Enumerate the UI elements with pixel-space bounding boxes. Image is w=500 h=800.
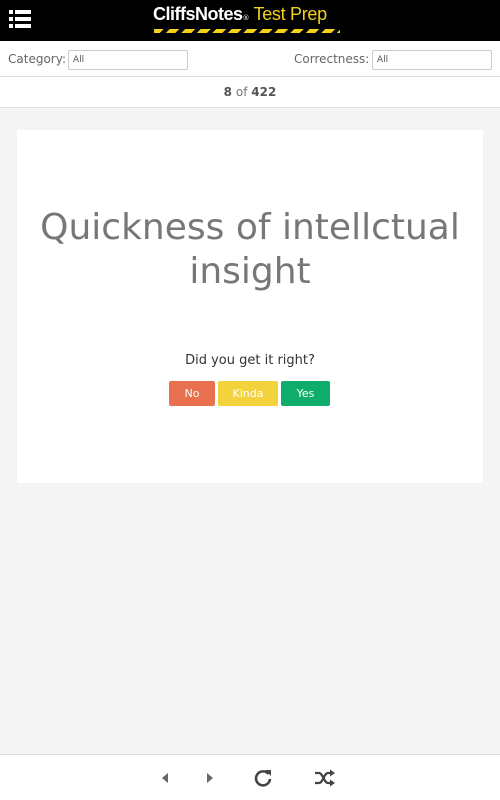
menu-button[interactable] [9, 10, 31, 28]
restart-button[interactable] [252, 767, 274, 789]
bottom-toolbar [0, 754, 500, 800]
logo-hazard-stripe [154, 29, 340, 33]
app-header: CliffsNotes ® Test Prep [0, 0, 500, 41]
next-button[interactable] [199, 767, 221, 789]
flashcard[interactable]: Quickness of intellctual insight Did you… [17, 130, 483, 483]
self-assessment-question: Did you get it right? [185, 353, 315, 368]
shuffle-icon [315, 769, 335, 787]
filter-bar: Category: All Correctness: All [0, 41, 500, 77]
list-menu-icon [9, 10, 31, 28]
refresh-icon [254, 770, 272, 787]
current-card-number: 8 [223, 85, 233, 99]
logo-product: Test Prep [253, 4, 328, 24]
category-select[interactable]: All [68, 50, 188, 70]
correctness-select[interactable]: All [372, 50, 492, 70]
counter-separator: of [235, 85, 248, 99]
logo-brand: CliffsNotes [153, 4, 243, 24]
total-card-count: 422 [251, 85, 277, 99]
logo-registered-mark: ® [242, 14, 250, 22]
caret-right-icon [207, 773, 213, 783]
correctness-label: Correctness: [294, 52, 370, 66]
yes-button[interactable]: Yes [281, 381, 330, 406]
shuffle-button[interactable] [314, 767, 336, 789]
previous-button[interactable] [154, 767, 176, 789]
caret-left-icon [162, 773, 168, 783]
card-term: Quickness of intellctual insight [40, 207, 460, 292]
kinda-button[interactable]: Kinda [218, 381, 278, 406]
category-label: Category: [8, 52, 66, 66]
progress-counter: 8 of 422 [0, 77, 500, 108]
no-button[interactable]: No [169, 381, 215, 406]
